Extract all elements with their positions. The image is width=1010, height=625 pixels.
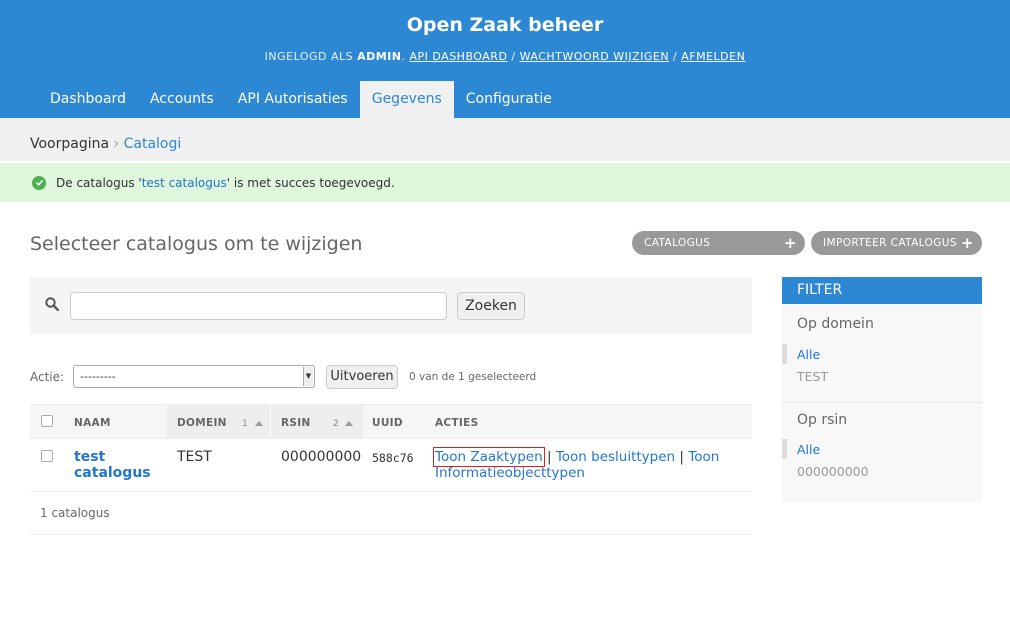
username: ADMIN [357,50,402,63]
row-select-checkbox[interactable] [41,450,53,462]
import-catalogus-label: IMPORTEER CATALOGUS [823,237,957,249]
cell-acties: Toon Zaaktypen | Toon besluittypen | Too… [433,447,725,481]
filter-domein-test[interactable]: TEST [797,369,828,384]
informatieobjecttypen-label: Informatieobjecttypen [435,465,585,481]
filter-divider [782,402,982,403]
header: Open Zaak beheer INGELOGD ALS ADMIN. API… [0,0,1010,118]
selection-counter: 0 van de 1 geselecteerd [409,371,537,383]
search-icon [45,297,60,315]
action-select-value: --------- [80,370,116,383]
api-dashboard-link[interactable]: API DASHBOARD [410,50,508,63]
column-domein-label: DOMEIN [177,417,227,429]
filter-panel: FILTER Op domein Alle TEST Op rsin Alle … [782,277,982,502]
search-toolbar: Zoeken [30,277,752,334]
filter-rsin-alle[interactable]: Alle [797,442,820,457]
logged-in-as-label: INGELOGD ALS [264,50,354,63]
action-label: Actie: [30,370,65,384]
breadcrumb-catalogi[interactable]: Catalogi [124,136,182,152]
action-separator: | [679,449,684,465]
filter-title-rsin: Op rsin [797,412,848,428]
catalogus-name-line1: test [74,449,106,465]
page-title: Selecteer catalogus om te wijzigen [30,233,363,255]
nav-gegevens[interactable]: Gegevens [359,81,454,118]
paginator: 1 catalogus [30,492,752,535]
catalogus-name-line2: catalogus [74,465,151,481]
plus-icon: + [961,234,974,252]
plus-icon: + [784,234,797,252]
logout-link[interactable]: AFMELDEN [681,50,745,63]
nav-dashboard[interactable]: Dashboard [38,81,138,118]
breadcrumb-home[interactable]: Voorpagina [30,136,109,152]
nav-api-autorisaties[interactable]: API Autorisaties [226,81,360,118]
toon-label: Toon [688,449,720,465]
add-catalogus-button[interactable]: CATALOGUS TOEVOEGEN + [632,231,805,273]
checkmark-icon [32,175,46,190]
filter-selected-indicator [782,439,787,459]
catalogus-name-link[interactable]: test catalogus [74,449,151,481]
sort-priority: 2 [333,419,340,429]
cell-rsin: 000000000 [281,449,362,465]
nav-configuratie[interactable]: Configuratie [454,81,564,118]
message-suffix: ' is met succes toegevoegd. [226,175,395,190]
message-catalogus-link[interactable]: test catalogus [142,176,227,190]
add-catalogus-label: CATALOGUS TOEVOEGEN [644,237,714,273]
filter-rsin-value[interactable]: 000000000 [797,464,869,479]
filter-domein-alle[interactable]: Alle [797,347,820,362]
column-rsin[interactable]: RSIN 2 [271,405,363,438]
nav-accounts[interactable]: Accounts [138,81,226,118]
filter-header: FILTER [782,277,982,304]
table-row: test catalogus TEST 000000000 588c76 Too… [30,439,752,492]
search-button[interactable]: Zoeken [457,292,525,320]
sort-ascending-icon[interactable] [255,421,263,426]
import-catalogus-button[interactable]: IMPORTEER CATALOGUS + [811,231,982,255]
select-all-checkbox[interactable] [41,415,53,427]
filter-title-domein: Op domein [797,316,874,332]
toon-besluittypen-link[interactable]: Toon besluittypen [556,449,675,465]
filter-selected-indicator [782,344,787,364]
column-naam[interactable]: NAAM [74,405,111,438]
search-input[interactable] [70,292,447,320]
sort-priority: 1 [242,419,249,429]
action-separator: | [546,449,552,465]
column-uuid[interactable]: UUID [372,405,403,438]
run-action-button[interactable]: Uitvoeren [326,365,398,389]
breadcrumb-separator: › [113,136,120,152]
column-acties: ACTIES [435,417,479,429]
sort-ascending-icon[interactable] [345,421,353,426]
toon-zaaktypen-link[interactable]: Toon Zaaktypen [433,447,545,467]
main-nav: Dashboard Accounts API Autorisaties Gege… [38,81,564,118]
cell-domein: TEST [177,449,212,465]
cell-uuid: 588c76 [372,451,414,465]
action-select[interactable]: --------- ▼ [73,365,315,388]
breadcrumb: Voorpagina › Catalogi [0,118,1010,161]
change-password-link[interactable]: WACHTWOORD WIJZIGEN [520,50,669,63]
chevron-down-icon: ▼ [303,367,313,386]
message-prefix: De catalogus ' [56,175,142,190]
user-tools: INGELOGD ALS ADMIN. API DASHBOARD / WACH… [264,50,746,63]
success-message: De catalogus ' test catalogus ' is met suc… [0,163,1010,202]
column-rsin-label: RSIN [281,417,311,429]
site-title: Open Zaak beheer [406,14,604,36]
table-header: NAAM DOMEIN 1 RSIN 2 UUID ACTIES [30,404,752,439]
column-domein[interactable]: DOMEIN 1 [167,405,270,438]
